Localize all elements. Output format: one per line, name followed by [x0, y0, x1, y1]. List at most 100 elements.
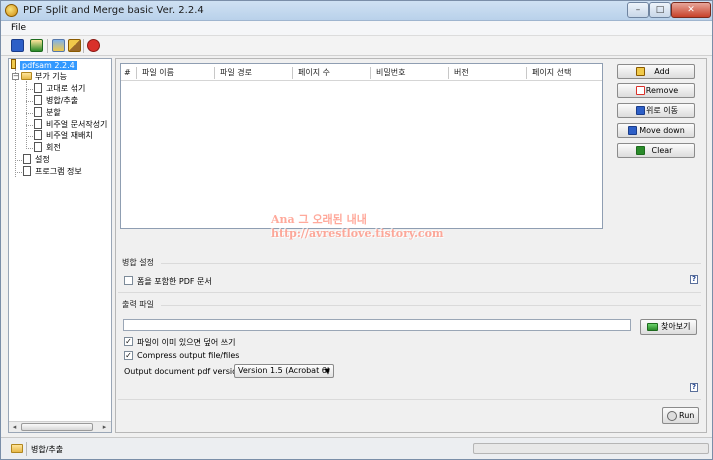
tree-item-merge-extract[interactable]: 병합/추출: [46, 95, 78, 106]
output-file-rule: [161, 305, 701, 306]
run-icon: [667, 411, 677, 421]
clear-button[interactable]: Clear: [617, 143, 695, 158]
load-icon[interactable]: [30, 39, 43, 52]
watermark-line-1: Ana 그 오래된 내내: [271, 213, 367, 226]
overwrite-checkbox[interactable]: ✓: [124, 337, 133, 346]
progress-bar: [473, 443, 709, 454]
acroform-checkbox-label: 폼을 포함한 PDF 문서: [137, 277, 212, 286]
browse-button[interactable]: 찾아보기: [640, 319, 697, 335]
exit-icon[interactable]: [87, 39, 100, 52]
document-icon: [34, 119, 42, 129]
merge-settings-help-icon[interactable]: ?: [690, 275, 698, 284]
tree-guide: [26, 113, 33, 114]
tree-guide: [15, 172, 22, 173]
app-icon: [5, 4, 18, 17]
document-icon: [34, 142, 42, 152]
scroll-left-arrow-icon[interactable]: ◂: [10, 423, 19, 431]
move-up-icon: [636, 106, 645, 115]
document-icon: [34, 83, 42, 93]
compress-checkbox-label: Compress output file/files: [137, 351, 240, 360]
output-help-icon[interactable]: ?: [690, 383, 698, 392]
tree-guide: [26, 81, 27, 147]
run-top-rule: [118, 399, 701, 400]
document-icon: [23, 154, 31, 164]
merge-settings-label: 병합 설정: [122, 258, 154, 267]
column-header-index[interactable]: #: [121, 67, 137, 79]
move-down-button[interactable]: Move down: [617, 123, 695, 138]
remove-button[interactable]: Remove: [617, 83, 695, 98]
tree-item-rotate[interactable]: 회전: [46, 142, 61, 153]
tree-guide: [26, 101, 33, 102]
close-button[interactable]: ✕: [671, 2, 711, 18]
menu-file[interactable]: File: [11, 23, 26, 33]
title-bar: PDF Split and Merge basic Ver. 2.2.4 – □…: [1, 1, 712, 21]
column-header-file-path[interactable]: 파일 경로: [217, 67, 293, 79]
watermark-line-2: http://avrestlove.tistory.com: [271, 227, 444, 240]
merge-panel: # 파일 이름 파일 경로 페이지 수 비밀번호 버전 페이지 선택 Add R…: [115, 58, 707, 433]
minimize-button[interactable]: –: [627, 2, 649, 18]
tree-guide: [26, 148, 33, 149]
document-icon: [34, 107, 42, 117]
output-file-input[interactable]: [123, 319, 631, 331]
column-header-file-name[interactable]: 파일 이름: [139, 67, 215, 79]
column-header-page-count[interactable]: 페이지 수: [295, 67, 371, 79]
document-icon: [23, 166, 31, 176]
scroll-right-arrow-icon[interactable]: ▸: [100, 423, 109, 431]
add-button[interactable]: Add: [617, 64, 695, 79]
remove-icon: [636, 86, 645, 95]
scroll-thumb[interactable]: [21, 423, 93, 431]
tree-item-visual-reorder[interactable]: 비주얼 재배치: [46, 130, 93, 141]
tree-item-visual-composer[interactable]: 비주얼 문서작성기: [46, 119, 107, 130]
tree-root-label: pdfsam 2.2.4: [20, 61, 77, 70]
tree-settings[interactable]: 설정: [35, 154, 50, 165]
tree-horizontal-scrollbar[interactable]: ◂ ▸: [9, 421, 111, 432]
pdf-version-select[interactable]: Version 1.5 (Acrobat 6) ▼: [234, 364, 334, 378]
toolbar-separator: [47, 39, 48, 53]
overwrite-checkbox-label: 파일이 이미 있으면 덮어 쓰기: [137, 338, 236, 347]
watermark: Ana 그 오래된 내내 http://avrestlove.tistory.c…: [271, 213, 444, 241]
pdf-version-value: Version 1.5 (Acrobat 6): [238, 366, 330, 375]
status-text: 병합/추출: [31, 445, 64, 454]
collapse-toggle[interactable]: −: [12, 73, 19, 80]
output-top-rule: [118, 292, 701, 293]
tree-root[interactable]: pdfsam 2.2.4: [20, 60, 77, 71]
move-down-icon: [628, 126, 637, 135]
tree-plugins[interactable]: 부가 기능: [35, 71, 67, 82]
tree-guide: [26, 89, 33, 90]
status-separator: [26, 442, 27, 456]
open-folder-icon: [647, 323, 658, 331]
run-button[interactable]: Run: [662, 407, 699, 424]
document-icon: [34, 95, 42, 105]
output-file-label: 출력 파일: [122, 300, 154, 309]
table-header-divider: [121, 80, 602, 81]
move-up-button[interactable]: 위로 이동: [617, 103, 695, 118]
acroform-checkbox[interactable]: [124, 276, 133, 285]
tree-guide: [26, 136, 33, 137]
tree-guide: [15, 160, 22, 161]
run-button-label: Run: [679, 411, 695, 420]
tree-guide: [26, 125, 33, 126]
tree-program-info[interactable]: 프로그램 정보: [35, 166, 82, 177]
compress-checkbox[interactable]: ✓: [124, 351, 133, 360]
column-header-password[interactable]: 비밀번호: [373, 67, 449, 79]
tree-item-alternate-mix[interactable]: 고대로 섞기: [46, 83, 85, 94]
settings-icon[interactable]: [52, 39, 65, 52]
file-list-table[interactable]: # 파일 이름 파일 경로 페이지 수 비밀번호 버전 페이지 선택: [120, 63, 603, 229]
app-window: PDF Split and Merge basic Ver. 2.2.4 – □…: [0, 0, 713, 460]
folder-icon: [21, 72, 32, 80]
column-header-version[interactable]: 버전: [451, 67, 527, 79]
window-title: PDF Split and Merge basic Ver. 2.2.4: [23, 5, 204, 16]
column-header-page-selection[interactable]: 페이지 선택: [529, 67, 603, 79]
maximize-button[interactable]: □: [649, 2, 671, 18]
add-icon: [636, 67, 645, 76]
save-icon[interactable]: [11, 39, 24, 52]
pdf-version-label: Output document pdf version:: [124, 367, 245, 376]
root-icon: [11, 59, 16, 69]
toolbar-separator: [83, 39, 84, 53]
dropdown-arrow-icon: ▼: [324, 367, 330, 375]
browse-button-label: 찾아보기: [661, 322, 691, 331]
plugin-tree: pdfsam 2.2.4 − 부가 기능 고대로 섞기 병합/추출 분할 비주얼…: [8, 58, 112, 433]
clear-icon[interactable]: [68, 39, 81, 52]
toolbar: [1, 36, 712, 56]
tree-item-split[interactable]: 분할: [46, 107, 61, 118]
